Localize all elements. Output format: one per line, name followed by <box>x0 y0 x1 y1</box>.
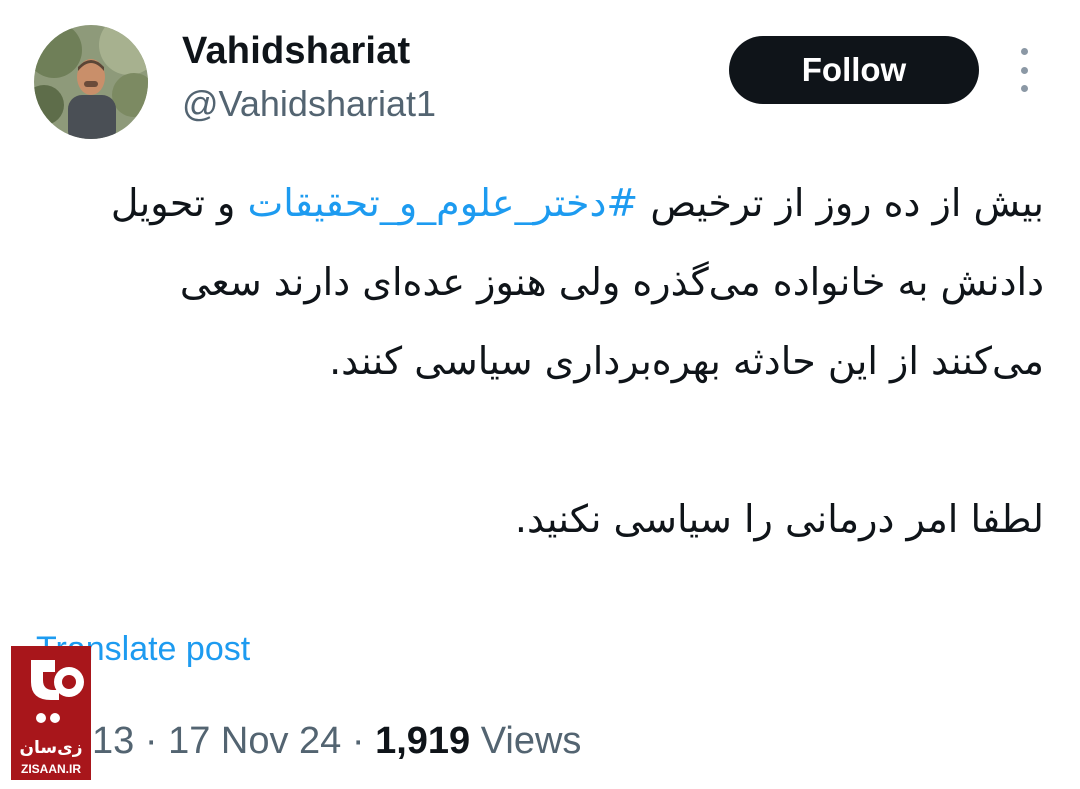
tweet-meta: 13 · 17 Nov 24 · 1,919 Views <box>92 720 581 763</box>
watermark-title: زی‌سان <box>19 738 83 758</box>
tweet-text: بیش از ده روز از ترخیص #دختر_علوم_و_تحقی… <box>84 164 1044 559</box>
author-handle[interactable]: @Vahidshariat1 <box>182 83 436 125</box>
avatar-photo <box>34 25 148 139</box>
views-count: 1,919 <box>375 720 471 762</box>
author-display-name[interactable]: Vahidshariat <box>182 30 410 73</box>
post-time[interactable]: 13 <box>92 720 134 762</box>
tweet-text-start: بیش از ده روز از ترخیص <box>638 181 1044 225</box>
more-options-icon[interactable] <box>1006 48 1042 92</box>
watermark-domain: ZISAAN.IR <box>21 762 81 776</box>
meta-separator: · <box>134 720 169 762</box>
hashtag-link[interactable]: #دختر_علوم_و_تحقیقات <box>247 181 638 225</box>
watermark-logo: زی‌سان ZISAAN.IR <box>11 646 91 780</box>
avatar[interactable] <box>34 25 148 139</box>
tweet-paragraph-1: بیش از ده روز از ترخیص #دختر_علوم_و_تحقی… <box>84 164 1044 401</box>
tweet-paragraph-2: لطفا امر درمانی را سیاسی نکنید. <box>514 497 1044 541</box>
post-date[interactable]: 17 Nov 24 <box>168 720 341 762</box>
watermark-emblem-icon <box>31 660 84 723</box>
tweet-card: Vahidshariat @Vahidshariat1 Follow بیش ا… <box>0 0 1080 789</box>
views-label: Views <box>480 720 582 762</box>
meta-separator: · <box>341 720 376 762</box>
follow-button[interactable]: Follow <box>729 36 979 104</box>
